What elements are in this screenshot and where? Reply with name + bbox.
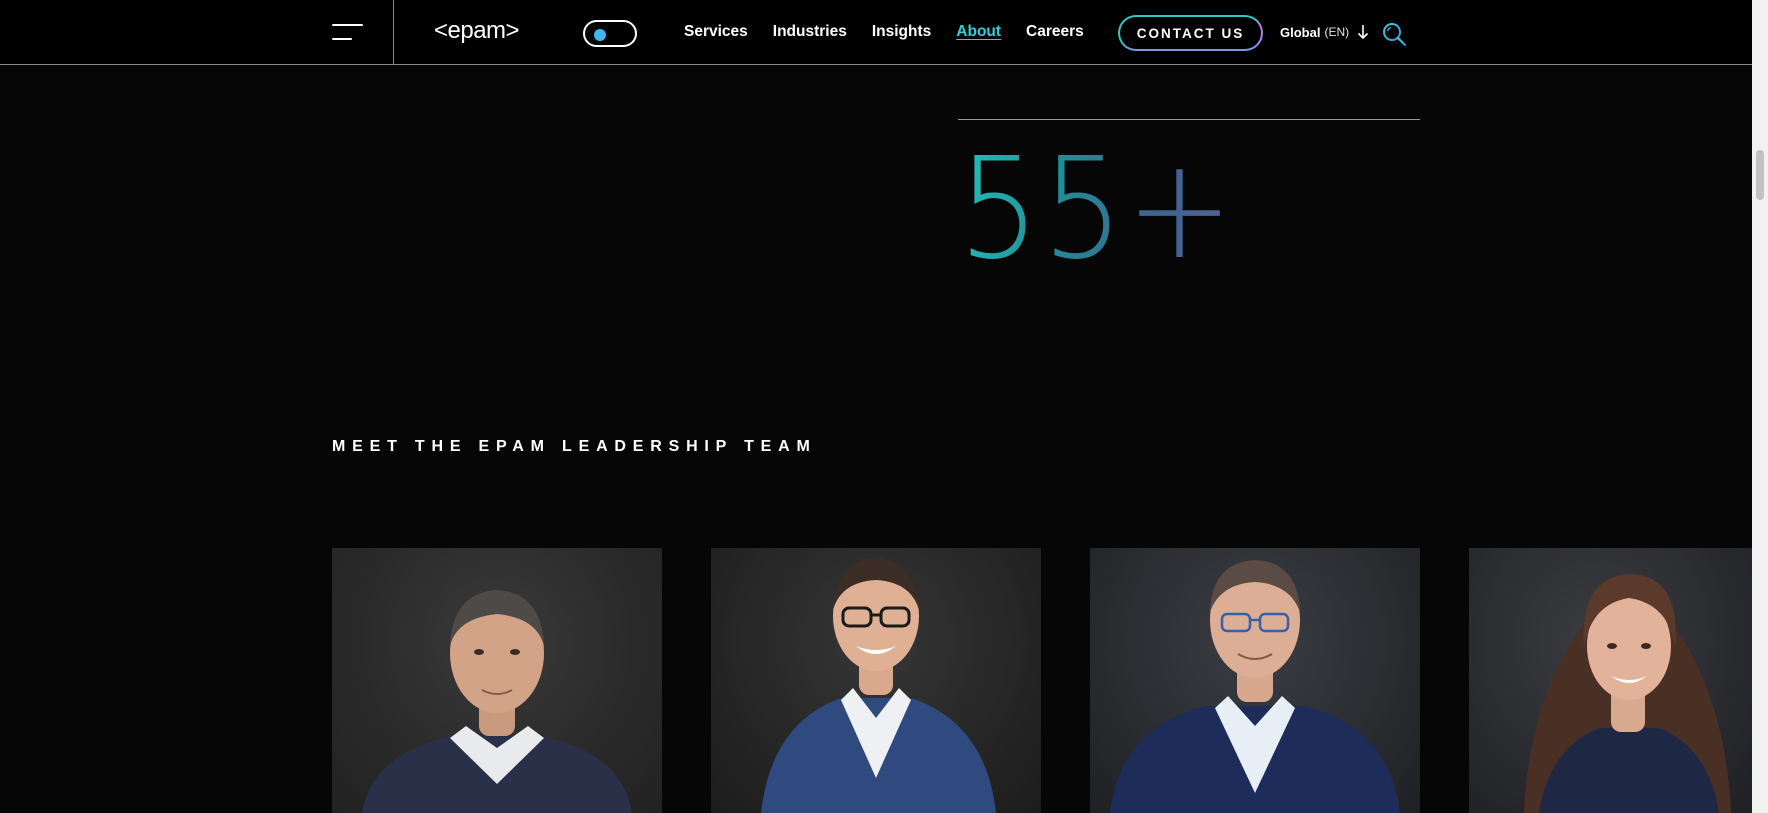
leader-photo-4	[1524, 574, 1731, 813]
leader-card-1[interactable]	[332, 548, 662, 813]
region-label: Global	[1280, 24, 1321, 40]
stat-value: 55+	[958, 128, 1236, 291]
nav-link-insights[interactable]: Insights	[872, 22, 931, 42]
leader-photo-1	[362, 590, 632, 813]
leader-photo-2	[761, 558, 996, 813]
header-divider	[393, 0, 394, 65]
nav-link-careers[interactable]: Careers	[1026, 22, 1084, 42]
language-label: (EN)	[1324, 25, 1350, 39]
region-selector[interactable]: Global (EN)	[1280, 24, 1369, 40]
site-header: <epam> Services Industries Insights Abou…	[0, 0, 1752, 65]
search-icon[interactable]	[1381, 21, 1407, 47]
nav-link-about[interactable]: About	[956, 22, 1001, 42]
toggle-knob	[594, 29, 606, 41]
leader-card-4[interactable]	[1469, 548, 1752, 813]
page-scrollbar[interactable]	[1752, 0, 1768, 813]
theme-toggle-switch[interactable]	[583, 20, 637, 47]
arrow-down-icon	[1357, 24, 1369, 40]
contact-us-button[interactable]: CONTACT US	[1118, 15, 1263, 51]
scrollbar-thumb[interactable]	[1756, 150, 1764, 200]
nav-link-industries[interactable]: Industries	[773, 22, 847, 42]
hamburger-menu-icon[interactable]	[332, 24, 363, 40]
leader-photo-3	[1110, 560, 1400, 813]
section-title-leadership: MEET THE EPAM LEADERSHIP TEAM	[332, 438, 817, 455]
main-nav: Services Industries Insights About Caree…	[684, 22, 1084, 42]
nav-link-services[interactable]: Services	[684, 22, 748, 42]
stat-divider	[958, 119, 1420, 120]
epam-logo[interactable]: <epam>	[434, 18, 520, 44]
leader-card-2[interactable]	[711, 548, 1041, 813]
leader-card-3[interactable]	[1090, 548, 1420, 813]
